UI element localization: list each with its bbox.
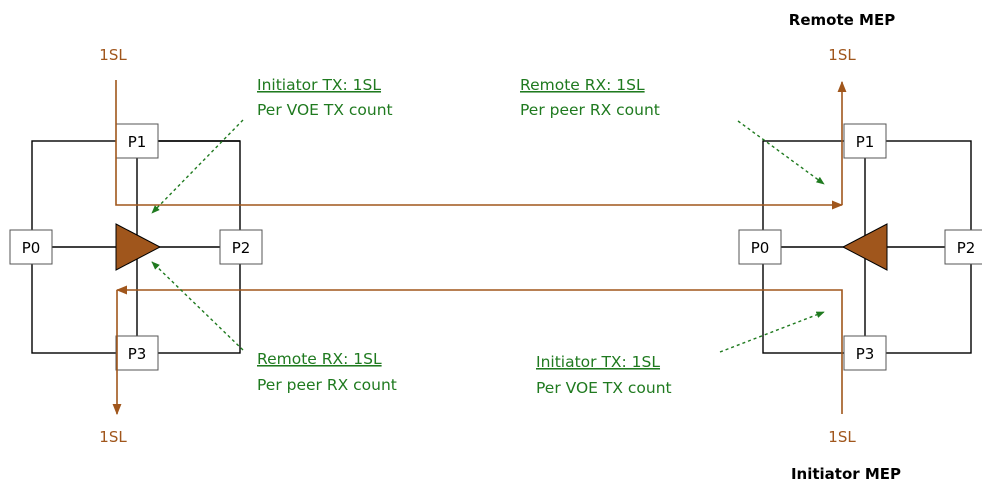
annotation-left-tx-title: Initiator TX: 1SL: [257, 76, 381, 94]
annotation-right-rx-pointer: [737, 120, 825, 185]
annotation-left-rx-title: Remote RX: 1SL: [257, 350, 382, 368]
annotation-right-rx-detail: Per peer RX count: [520, 101, 660, 119]
annotation-left-rx-pointer: [151, 261, 244, 351]
sl-label-left-top: 1SL: [99, 46, 127, 64]
sl-label-right-bottom: 1SL: [828, 428, 856, 446]
flow-right-to-left: [115, 285, 843, 414]
left-port-p2-label: P2: [232, 239, 251, 257]
initiator-mep-label: Initiator MEP: [791, 465, 901, 483]
remote-mep-label: Remote MEP: [789, 11, 895, 29]
left-port-p0-label: P0: [22, 239, 41, 257]
annotation-left-rx: Remote RX: 1SL Per peer RX count: [151, 261, 397, 394]
annotation-right-rx-title: Remote RX: 1SL: [520, 76, 645, 94]
right-port-p1[interactable]: P1: [843, 123, 887, 159]
left-port-p0[interactable]: P0: [9, 229, 53, 265]
right-switch: P1 P0 P2 P3: [738, 123, 982, 371]
right-port-p0-label: P0: [751, 239, 770, 257]
right-port-p2[interactable]: P2: [944, 229, 982, 265]
right-port-p2-label: P2: [957, 239, 976, 257]
left-port-p1-label: P1: [128, 133, 147, 151]
annotation-left-tx: Initiator TX: 1SL Per VOE TX count: [151, 76, 393, 214]
annotation-right-tx-pointer: [719, 311, 825, 353]
right-port-p3[interactable]: P3: [843, 335, 887, 371]
right-port-p0[interactable]: P0: [738, 229, 782, 265]
annotation-right-tx-title: Initiator TX: 1SL: [536, 353, 660, 371]
sl-label-right-top: 1SL: [828, 46, 856, 64]
annotation-left-tx-detail: Per VOE TX count: [257, 101, 393, 119]
sl-label-left-bottom: 1SL: [99, 428, 127, 446]
left-port-p1[interactable]: P1: [115, 123, 159, 159]
left-switch: P1 P0 P2 P3: [9, 123, 263, 371]
left-port-p2[interactable]: P2: [219, 229, 263, 265]
diagram-canvas: P1 P0 P2 P3 P1 P0 P2 P3 1SL 1SL 1SL 1SL …: [9, 11, 982, 483]
annotation-left-rx-detail: Per peer RX count: [257, 376, 397, 394]
left-forwarding-triangle-icon: [115, 223, 162, 271]
annotation-right-rx: Remote RX: 1SL Per peer RX count: [520, 76, 825, 185]
left-port-p3[interactable]: P3: [115, 335, 159, 371]
right-port-p1-label: P1: [856, 133, 875, 151]
annotation-right-tx-detail: Per VOE TX count: [536, 379, 672, 397]
annotation-right-tx: Initiator TX: 1SL Per VOE TX count: [536, 311, 825, 397]
annotation-left-tx-pointer: [151, 119, 244, 214]
right-port-p3-label: P3: [856, 345, 875, 363]
flow-left-to-right: [115, 80, 844, 210]
left-port-p3-label: P3: [128, 345, 147, 363]
